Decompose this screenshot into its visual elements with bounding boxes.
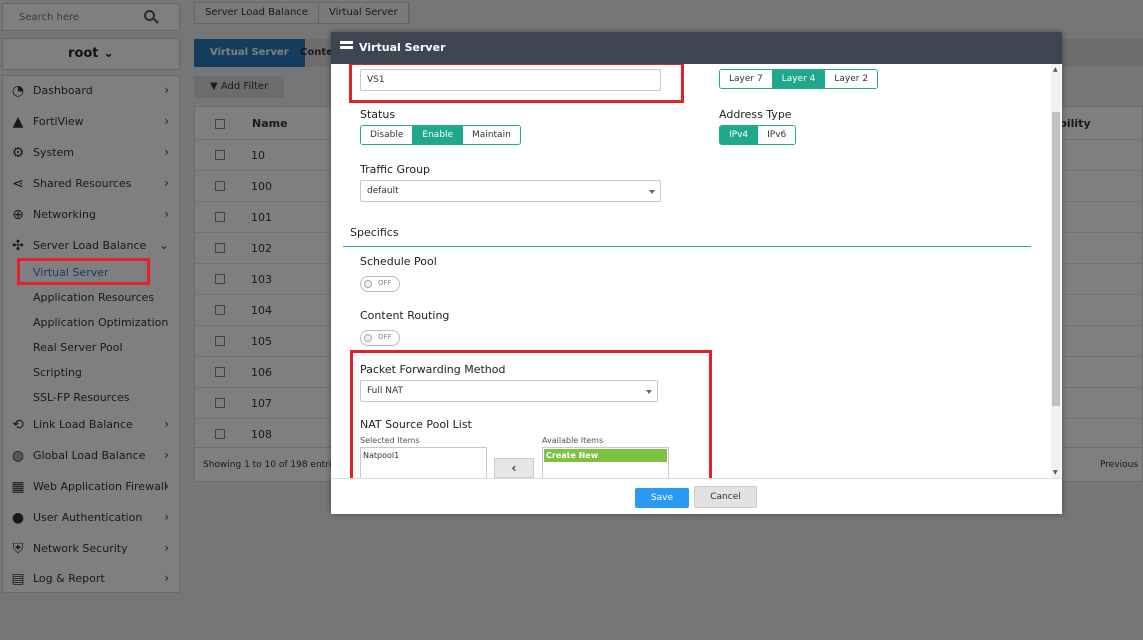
address-type-option-ipv4[interactable]: IPv4 [720,126,759,144]
dialog-footer: Save Cancel [331,478,1062,514]
address-type-selector: IPv4 IPv6 [719,125,797,145]
type-option-layer7[interactable]: Layer 7 [720,70,773,88]
content-routing-toggle[interactable]: OFF [360,330,400,346]
toggle-state: OFF [378,333,392,341]
status-option-disable[interactable]: Disable [361,126,414,144]
toggle-knob [364,334,372,342]
caret-down-icon [649,190,655,194]
content-routing-label: Content Routing [360,309,450,322]
address-type-label: Address Type [719,108,792,121]
traffic-group-value: default [367,186,399,196]
schedule-pool-toggle[interactable]: OFF [360,276,400,292]
traffic-group-label: Traffic Group [360,163,431,176]
highlight-box-nat [350,350,712,478]
save-button[interactable]: Save [635,488,689,508]
highlight-box-name [349,64,684,103]
schedule-pool-label: Schedule Pool [360,255,437,268]
status-option-maintain[interactable]: Maintain [463,126,520,144]
toggle-knob [364,280,372,288]
traffic-group-select[interactable]: default [360,180,661,202]
toggle-state: OFF [378,279,392,287]
status-selector: Disable Enable Maintain [360,125,521,145]
specifics-section-title: Specifics [350,226,399,239]
status-label: Status [360,108,396,121]
scroll-down-icon[interactable]: ▼ [1053,469,1058,476]
dialog-header: Virtual Server [331,32,1062,64]
scrollbar-thumb[interactable] [1052,112,1060,406]
type-option-layer2[interactable]: Layer 2 [825,70,878,88]
type-option-layer4[interactable]: Layer 4 [772,70,826,88]
section-divider [343,246,1031,247]
cancel-button[interactable]: Cancel [694,486,757,508]
address-type-option-ipv6[interactable]: IPv6 [758,126,796,144]
dialog-scrollbar[interactable]: ▲ ▼ [1051,64,1061,478]
server-icon [340,41,353,53]
dialog-body: Layer 7 Layer 4 Layer 2 Status Disable E… [331,64,1062,478]
type-selector: Layer 7 Layer 4 Layer 2 [719,69,879,89]
highlight-box-virtual-server [17,258,150,285]
scroll-up-icon[interactable]: ▲ [1053,66,1058,73]
virtual-server-dialog: Virtual Server Layer 7 Layer 4 Layer 2 S… [331,32,1062,514]
dialog-title: Virtual Server [359,41,446,54]
status-option-enable[interactable]: Enable [413,126,464,144]
